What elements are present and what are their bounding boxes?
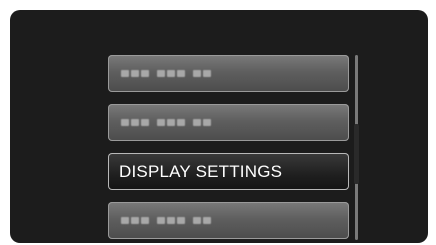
scrollbar-thumb[interactable] [354,124,359,184]
menu-item-1[interactable] [108,55,349,92]
blurred-label-placeholder [121,70,211,77]
menu-item-display-settings[interactable]: DISPLAY SETTINGS [108,153,349,190]
menu-scrollbar[interactable] [354,55,359,240]
camera-menu-screen: DISPLAY SETTINGS [10,10,428,243]
settings-menu: DISPLAY SETTINGS [108,55,349,243]
menu-item-label: DISPLAY SETTINGS [119,162,283,181]
blurred-label-placeholder [121,217,211,224]
blurred-label-placeholder [121,119,211,126]
menu-item-2[interactable] [108,104,349,141]
menu-item-4[interactable] [108,202,349,239]
